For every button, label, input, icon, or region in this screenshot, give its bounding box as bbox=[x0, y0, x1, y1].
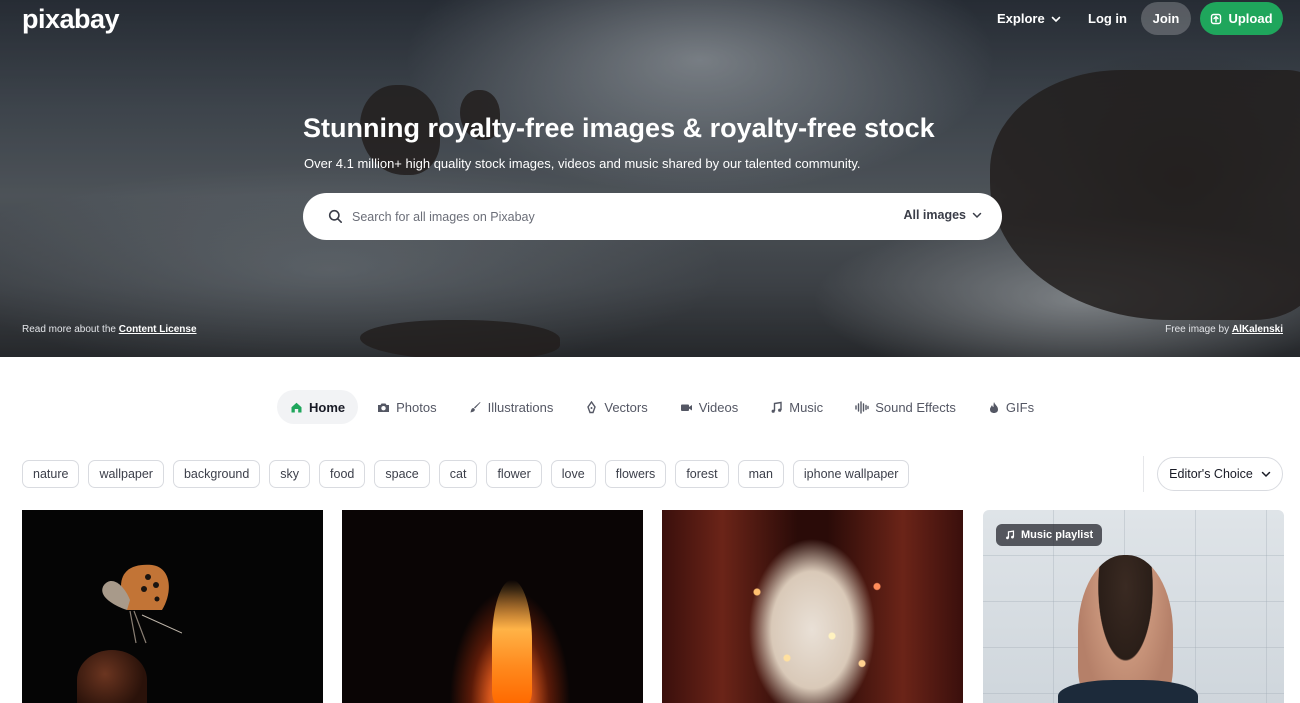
popular-tags: nature wallpaper background sky food spa… bbox=[22, 460, 910, 488]
chevron-down-icon bbox=[972, 212, 982, 219]
moss-clump bbox=[77, 650, 147, 703]
tab-photos[interactable]: Photos bbox=[364, 390, 449, 424]
sort-dropdown[interactable]: Editor's Choice bbox=[1157, 457, 1283, 491]
search-scope-dropdown[interactable]: All images bbox=[903, 208, 982, 222]
hero-banner: pixabay Explore Log in Join Upload Stunn… bbox=[0, 0, 1300, 357]
tag-chip[interactable]: forest bbox=[675, 460, 729, 488]
tab-label: Illustrations bbox=[487, 399, 554, 415]
hero-title: Stunning royalty-free images & royalty-f… bbox=[303, 113, 935, 143]
tab-label: Vectors bbox=[604, 399, 648, 415]
tag-chip[interactable]: cat bbox=[438, 460, 478, 488]
tag-chip[interactable]: sky bbox=[269, 460, 311, 488]
camera-icon bbox=[378, 403, 390, 412]
tab-home[interactable]: Home bbox=[277, 390, 359, 424]
license-prefix: Read more about the bbox=[22, 324, 116, 335]
hero-subtitle: Over 4.1 million+ high quality stock ima… bbox=[304, 156, 861, 171]
tag-chip[interactable]: love bbox=[550, 460, 596, 488]
tag-chip[interactable]: food bbox=[319, 460, 366, 488]
gif-icon bbox=[989, 401, 998, 413]
waveform-icon bbox=[855, 400, 869, 414]
content-license-link[interactable]: Content License bbox=[119, 324, 197, 335]
tab-illustrations[interactable]: Illustrations bbox=[456, 390, 567, 424]
tag-chip[interactable]: background bbox=[172, 460, 261, 488]
tab-label: Photos bbox=[396, 399, 437, 415]
tag-chip[interactable]: iphone wallpaper bbox=[792, 460, 910, 488]
image-tile-butterfly[interactable] bbox=[22, 510, 323, 703]
music-note-icon bbox=[771, 401, 782, 413]
brush-icon bbox=[470, 401, 481, 412]
home-icon bbox=[291, 402, 302, 412]
tab-videos[interactable]: Videos bbox=[667, 390, 752, 424]
credit-prefix: Free image by bbox=[1165, 324, 1230, 335]
tag-chip[interactable]: nature bbox=[22, 460, 80, 488]
music-note-icon bbox=[1006, 530, 1015, 540]
tab-label: Music bbox=[789, 399, 824, 415]
tab-label: Sound Effects bbox=[875, 399, 956, 415]
tab-gifs[interactable]: GIFs bbox=[975, 390, 1047, 424]
tab-vectors[interactable]: Vectors bbox=[572, 390, 660, 424]
tag-chip[interactable]: space bbox=[374, 460, 430, 488]
explore-label: Explore bbox=[997, 11, 1045, 26]
tab-label: Videos bbox=[698, 399, 739, 415]
image-tile-fairy-lights[interactable] bbox=[662, 510, 963, 703]
pen-nib-icon bbox=[587, 400, 597, 413]
flame-shape bbox=[492, 580, 532, 703]
media-type-tabs: Home Photos Illustrations Vectors Videos… bbox=[277, 390, 1053, 424]
search-icon[interactable] bbox=[328, 209, 344, 225]
butterfly-illustration bbox=[102, 564, 182, 644]
join-button[interactable]: Join bbox=[1141, 2, 1191, 35]
person-shirt bbox=[1058, 680, 1198, 703]
login-link[interactable]: Log in bbox=[1088, 11, 1127, 26]
credit-author-link[interactable]: AlKalenski bbox=[1232, 324, 1283, 335]
tab-music[interactable]: Music bbox=[757, 390, 836, 424]
upload-label: Upload bbox=[1228, 11, 1273, 26]
tag-chip[interactable]: wallpaper bbox=[88, 460, 164, 488]
chevron-down-icon bbox=[1261, 471, 1271, 478]
divider bbox=[1143, 456, 1144, 492]
sort-label: Editor's Choice bbox=[1169, 467, 1253, 481]
tag-chip[interactable]: man bbox=[737, 460, 784, 488]
search-input[interactable] bbox=[352, 209, 872, 224]
chevron-down-icon bbox=[1051, 16, 1060, 22]
image-tile-fire[interactable] bbox=[342, 510, 643, 703]
upload-button[interactable]: Upload bbox=[1200, 2, 1283, 35]
image-credit: Free image by AlKalenski bbox=[1165, 324, 1283, 335]
fairy-lights bbox=[742, 570, 892, 680]
tag-chip[interactable]: flower bbox=[486, 460, 542, 488]
tab-label: Home bbox=[309, 399, 346, 415]
search-scope-label: All images bbox=[903, 208, 966, 222]
tab-sound-effects[interactable]: Sound Effects bbox=[842, 390, 969, 424]
badge-label: Music playlist bbox=[1021, 529, 1094, 541]
video-camera-icon bbox=[680, 404, 692, 411]
search-bar: All images bbox=[303, 193, 1002, 240]
explore-menu[interactable]: Explore bbox=[997, 11, 1061, 26]
upload-icon bbox=[1211, 13, 1222, 24]
content-license-note: Read more about the Content License bbox=[22, 324, 197, 335]
image-tile-music-playlist[interactable]: Music playlist bbox=[983, 510, 1284, 703]
pixabay-logo[interactable]: pixabay bbox=[22, 4, 120, 35]
music-playlist-badge: Music playlist bbox=[996, 524, 1103, 546]
tag-chip[interactable]: flowers bbox=[604, 460, 667, 488]
tab-label: GIFs bbox=[1005, 399, 1035, 415]
